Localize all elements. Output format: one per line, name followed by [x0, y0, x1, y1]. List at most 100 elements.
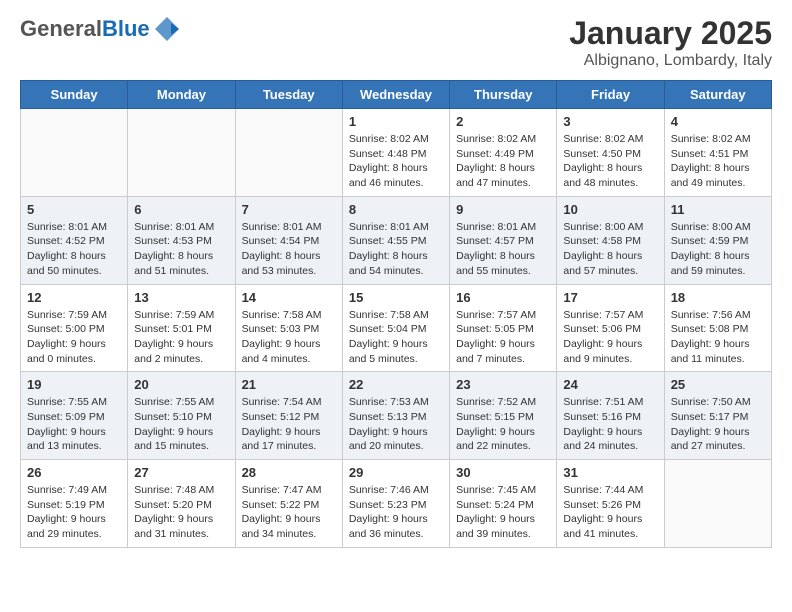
day-number: 26: [27, 465, 121, 480]
week-row-4: 19Sunrise: 7:55 AM Sunset: 5:09 PM Dayli…: [21, 372, 772, 460]
day-number: 2: [456, 114, 550, 129]
day-info: Sunrise: 7:57 AM Sunset: 5:06 PM Dayligh…: [563, 308, 657, 367]
calendar-cell: 26 Sunrise: 7:49 AM Sunset: 5:19 PM Dayli…: [21, 460, 128, 548]
day-info: Sunrise: 7:59 AM Sunset: 5:01 PM Dayligh…: [134, 308, 228, 367]
calendar-cell: 15 Sunrise: 7:58 AM Sunset: 5:04 PM Dayli…: [342, 284, 449, 372]
day-info: Sunrise: 7:46 AM Sunset: 5:23 PM Dayligh…: [349, 483, 443, 542]
day-info: Sunrise: 7:52 AM Sunset: 5:15 PM Dayligh…: [456, 395, 550, 454]
calendar-cell: 29 Sunrise: 7:46 AM Sunset: 5:23 PM Dayli…: [342, 460, 449, 548]
day-number: 3: [563, 114, 657, 129]
logo-general: GeneralBlue: [20, 18, 150, 40]
day-number: 16: [456, 290, 550, 305]
calendar-cell: 17 Sunrise: 7:57 AM Sunset: 5:06 PM Dayli…: [557, 284, 664, 372]
calendar-cell: 28 Sunrise: 7:47 AM Sunset: 5:22 PM Dayli…: [235, 460, 342, 548]
calendar-cell: 7 Sunrise: 8:01 AM Sunset: 4:54 PM Daylig…: [235, 196, 342, 284]
day-number: 15: [349, 290, 443, 305]
day-number: 27: [134, 465, 228, 480]
day-info: Sunrise: 7:45 AM Sunset: 5:24 PM Dayligh…: [456, 483, 550, 542]
day-header-tuesday: Tuesday: [235, 81, 342, 109]
week-row-3: 12Sunrise: 7:59 AM Sunset: 5:00 PM Dayli…: [21, 284, 772, 372]
day-header-friday: Friday: [557, 81, 664, 109]
day-number: 20: [134, 377, 228, 392]
day-info: Sunrise: 7:53 AM Sunset: 5:13 PM Dayligh…: [349, 395, 443, 454]
month-title: January 2025: [569, 15, 772, 52]
week-row-2: 5 Sunrise: 8:01 AM Sunset: 4:52 PM Daylig…: [21, 196, 772, 284]
calendar-cell: [128, 109, 235, 197]
day-number: 13: [134, 290, 228, 305]
week-row-1: 1Sunrise: 8:02 AM Sunset: 4:48 PM Daylig…: [21, 109, 772, 197]
day-header-thursday: Thursday: [450, 81, 557, 109]
day-header-sunday: Sunday: [21, 81, 128, 109]
day-number: 23: [456, 377, 550, 392]
calendar-cell: [664, 460, 771, 548]
calendar-cell: 27Sunrise: 7:48 AM Sunset: 5:20 PM Dayli…: [128, 460, 235, 548]
calendar-cell: 12Sunrise: 7:59 AM Sunset: 5:00 PM Dayli…: [21, 284, 128, 372]
calendar-cell: 5 Sunrise: 8:01 AM Sunset: 4:52 PM Daylig…: [21, 196, 128, 284]
day-number: 30: [456, 465, 550, 480]
day-info: Sunrise: 7:50 AM Sunset: 5:17 PM Dayligh…: [671, 395, 765, 454]
calendar-table: SundayMondayTuesdayWednesdayThursdayFrid…: [20, 80, 772, 548]
day-number: 28: [242, 465, 336, 480]
day-number: 9: [456, 202, 550, 217]
calendar-cell: 22 Sunrise: 7:53 AM Sunset: 5:13 PM Dayli…: [342, 372, 449, 460]
day-number: 6: [134, 202, 228, 217]
day-number: 11: [671, 202, 765, 217]
calendar-cell: 3Sunrise: 8:02 AM Sunset: 4:50 PM Daylig…: [557, 109, 664, 197]
calendar-header-row: SundayMondayTuesdayWednesdayThursdayFrid…: [21, 81, 772, 109]
calendar-cell: 8Sunrise: 8:01 AM Sunset: 4:55 PM Daylig…: [342, 196, 449, 284]
day-info: Sunrise: 8:02 AM Sunset: 4:51 PM Dayligh…: [671, 132, 765, 191]
calendar-cell: 25 Sunrise: 7:50 AM Sunset: 5:17 PM Dayli…: [664, 372, 771, 460]
calendar-cell: 10 Sunrise: 8:00 AM Sunset: 4:58 PM Dayli…: [557, 196, 664, 284]
calendar-cell: 21 Sunrise: 7:54 AM Sunset: 5:12 PM Dayli…: [235, 372, 342, 460]
day-number: 25: [671, 377, 765, 392]
day-info: Sunrise: 7:56 AM Sunset: 5:08 PM Dayligh…: [671, 308, 765, 367]
calendar-cell: 23 Sunrise: 7:52 AM Sunset: 5:15 PM Dayli…: [450, 372, 557, 460]
day-info: Sunrise: 7:49 AM Sunset: 5:19 PM Dayligh…: [27, 483, 121, 542]
day-number: 1: [349, 114, 443, 129]
day-number: 29: [349, 465, 443, 480]
day-info: Sunrise: 7:51 AM Sunset: 5:16 PM Dayligh…: [563, 395, 657, 454]
day-number: 18: [671, 290, 765, 305]
day-number: 4: [671, 114, 765, 129]
day-number: 19: [27, 377, 121, 392]
calendar-cell: 30 Sunrise: 7:45 AM Sunset: 5:24 PM Dayli…: [450, 460, 557, 548]
day-info: Sunrise: 7:58 AM Sunset: 5:04 PM Dayligh…: [349, 308, 443, 367]
day-info: Sunrise: 7:47 AM Sunset: 5:22 PM Dayligh…: [242, 483, 336, 542]
day-number: 24: [563, 377, 657, 392]
day-number: 5: [27, 202, 121, 217]
day-info: Sunrise: 8:02 AM Sunset: 4:49 PM Dayligh…: [456, 132, 550, 191]
day-info: Sunrise: 7:44 AM Sunset: 5:26 PM Dayligh…: [563, 483, 657, 542]
calendar-cell: 31Sunrise: 7:44 AM Sunset: 5:26 PM Dayli…: [557, 460, 664, 548]
calendar-cell: 11Sunrise: 8:00 AM Sunset: 4:59 PM Dayli…: [664, 196, 771, 284]
day-info: Sunrise: 8:00 AM Sunset: 4:58 PM Dayligh…: [563, 220, 657, 279]
calendar-cell: 20 Sunrise: 7:55 AM Sunset: 5:10 PM Dayli…: [128, 372, 235, 460]
day-info: Sunrise: 7:57 AM Sunset: 5:05 PM Dayligh…: [456, 308, 550, 367]
day-number: 12: [27, 290, 121, 305]
logo: GeneralBlue: [20, 15, 181, 43]
calendar-cell: [21, 109, 128, 197]
day-number: 7: [242, 202, 336, 217]
day-info: Sunrise: 8:01 AM Sunset: 4:57 PM Dayligh…: [456, 220, 550, 279]
day-info: Sunrise: 8:01 AM Sunset: 4:55 PM Dayligh…: [349, 220, 443, 279]
day-number: 17: [563, 290, 657, 305]
day-number: 22: [349, 377, 443, 392]
day-info: Sunrise: 7:58 AM Sunset: 5:03 PM Dayligh…: [242, 308, 336, 367]
day-info: Sunrise: 8:01 AM Sunset: 4:54 PM Dayligh…: [242, 220, 336, 279]
day-header-wednesday: Wednesday: [342, 81, 449, 109]
day-number: 21: [242, 377, 336, 392]
calendar-cell: 1Sunrise: 8:02 AM Sunset: 4:48 PM Daylig…: [342, 109, 449, 197]
day-number: 10: [563, 202, 657, 217]
day-info: Sunrise: 8:01 AM Sunset: 4:52 PM Dayligh…: [27, 220, 121, 279]
title-block: January 2025 Albignano, Lombardy, Italy: [569, 15, 772, 70]
calendar-cell: 6Sunrise: 8:01 AM Sunset: 4:53 PM Daylig…: [128, 196, 235, 284]
day-info: Sunrise: 7:54 AM Sunset: 5:12 PM Dayligh…: [242, 395, 336, 454]
day-info: Sunrise: 7:55 AM Sunset: 5:10 PM Dayligh…: [134, 395, 228, 454]
calendar-cell: 9 Sunrise: 8:01 AM Sunset: 4:57 PM Daylig…: [450, 196, 557, 284]
calendar-cell: 24 Sunrise: 7:51 AM Sunset: 5:16 PM Dayli…: [557, 372, 664, 460]
page-header: GeneralBlue January 2025 Albignano, Lomb…: [20, 15, 772, 70]
calendar-cell: 18 Sunrise: 7:56 AM Sunset: 5:08 PM Dayli…: [664, 284, 771, 372]
main-container: GeneralBlue January 2025 Albignano, Lomb…: [0, 0, 792, 563]
calendar-cell: 2 Sunrise: 8:02 AM Sunset: 4:49 PM Daylig…: [450, 109, 557, 197]
week-row-5: 26 Sunrise: 7:49 AM Sunset: 5:19 PM Dayli…: [21, 460, 772, 548]
day-number: 14: [242, 290, 336, 305]
